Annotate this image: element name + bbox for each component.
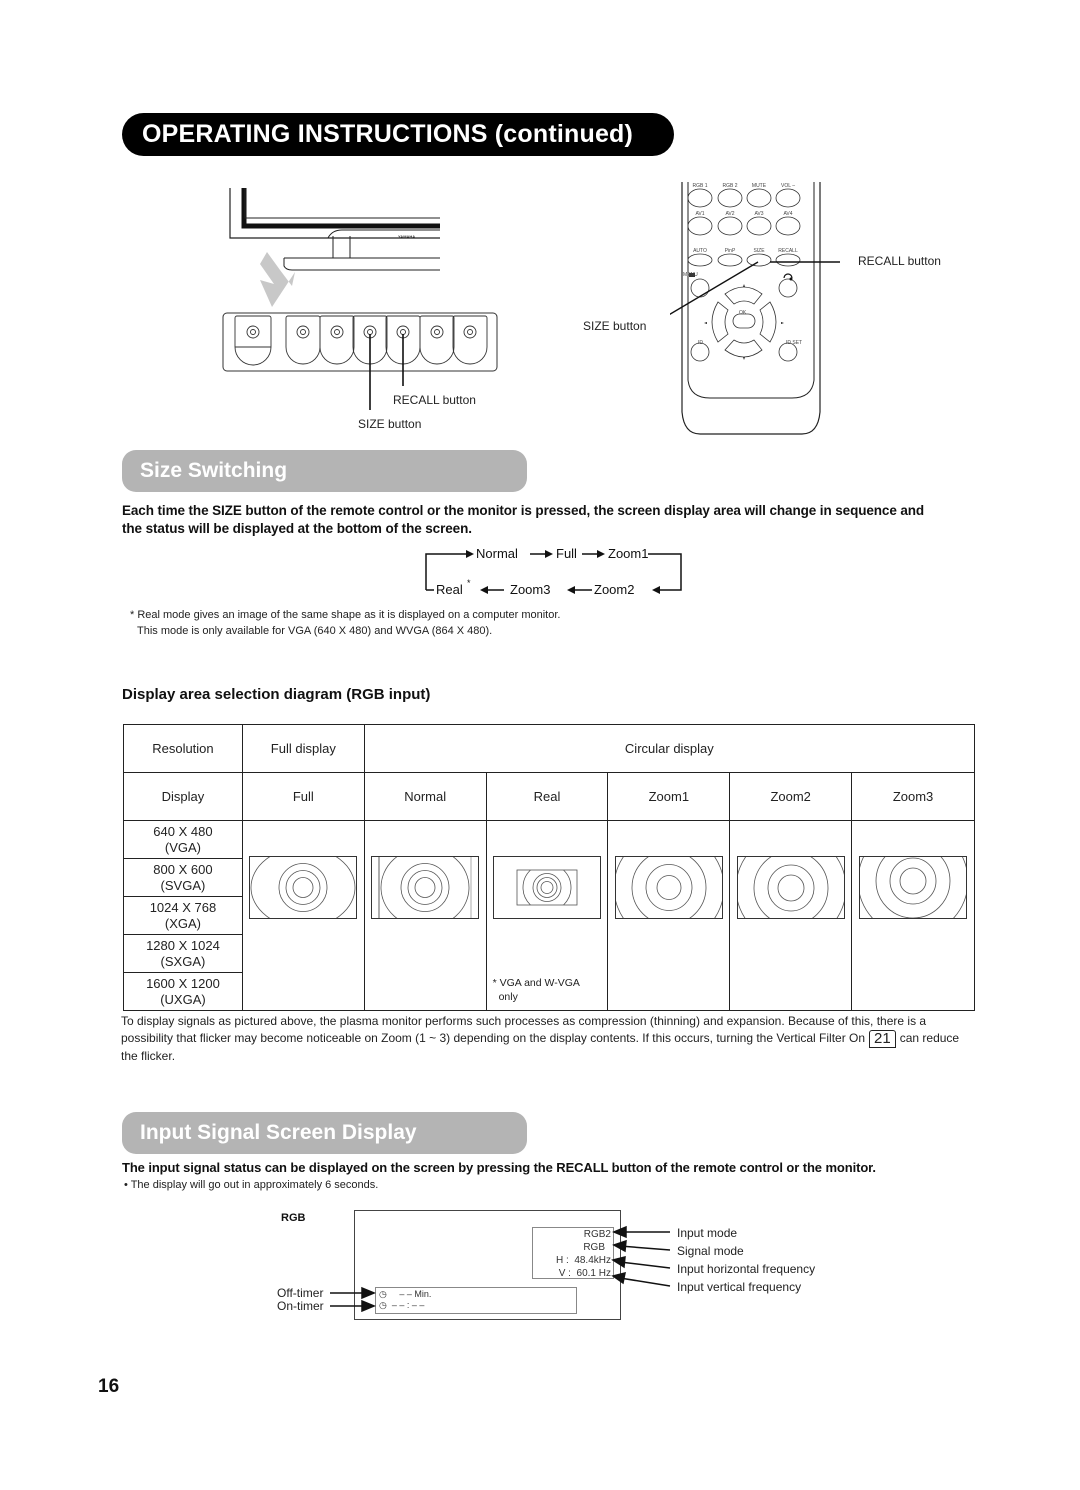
remote-size-callout: SIZE button [583,319,647,333]
resolution-list: 640 X 480 (VGA) 800 X 600 (SVGA) 1024 X 76… [123,820,243,1011]
remote-button-rgb-1[interactable] [687,188,713,208]
display-area-table: Resolution Full display Circular display… [123,724,976,1011]
callout-on-timer: On-timer [277,1299,324,1313]
osd-callout-arrows [330,1225,671,1312]
remote-button-label: MUTE [752,183,767,189]
header-circular-display: Circular display [363,724,976,773]
callout-off-timer: Off-timer [277,1286,324,1300]
display-zoom1: Zoom1 [607,772,731,821]
diagram-real: * VGA and W-VGA only [485,820,609,1011]
input-signal-intro: The input signal status can be displayed… [122,1160,876,1175]
remote-button-label: AV3 [754,211,763,217]
remote-button-label: AV2 [725,211,734,217]
flicker-note: To display signals as pictured above, th… [121,1014,960,1063]
monitor-size-callout: SIZE button [358,417,422,431]
remote-menu-label: MENU [683,272,698,278]
real-mode-footnote-1: * Real mode gives an image of the same s… [130,609,561,621]
callout-input-mode: Input mode [677,1226,738,1240]
display-area-heading: Display area selection diagram (RGB inpu… [122,686,431,703]
remote-button-label: SIZE [753,248,765,254]
remote-button-label: RGB 2 [722,183,737,189]
brand-mark: YAMAHA [398,234,415,239]
diagram-normal [363,820,487,1011]
display-zoom3: Zoom3 [851,772,975,821]
resolution-xga: 1024 X 768 (XGA) [124,897,242,935]
normal-mode-diagram [371,856,480,919]
real-mode-diagram [492,856,601,919]
remote-id-label: ID [698,340,703,346]
cycle-full: Full [556,546,577,561]
osd-input-label: RGB [281,1212,306,1224]
display-zoom2: Zoom2 [729,772,853,821]
panel-button[interactable] [285,315,321,365]
callout-horizontal-frequency: Input horizontal frequency [677,1262,816,1276]
callout-signal-mode: Signal mode [677,1244,744,1258]
remote-button-mute[interactable] [746,188,772,208]
zoom2-mode-diagram [736,856,845,919]
remote-button-rgb-2[interactable] [717,188,743,208]
remote-button-label: RECALL [778,248,798,254]
remote-control-figure: RGB 1 RGB 2 MUTE VOL – AV1 AV2 AV3 AV4 AUTO PinP S… [670,182,840,435]
remote-button-label: VOL – [781,183,795,189]
display-row-label: Display [123,772,243,821]
diagram-zoom3 [851,820,975,1011]
section-title-size-switching: Size Switching [122,450,527,492]
zoom3-mode-diagram [859,856,968,919]
remote-ok-label: OK [739,310,747,316]
panel-button[interactable] [452,315,488,365]
monitor-recall-callout: RECALL button [393,393,476,407]
display-real: Real [485,772,609,821]
panel-button[interactable] [319,315,355,365]
remote-button-label: RGB 1 [692,183,707,189]
remote-button-label: AV1 [695,211,704,217]
diagram-zoom1 [607,820,731,1011]
cycle-zoom2: Zoom2 [594,582,635,597]
display-full: Full [241,772,365,821]
remote-button-vol-[interactable] [775,188,801,208]
remote-button-recall[interactable] [775,253,801,267]
full-mode-diagram [249,856,358,919]
remote-id-set-label: ID SET [786,340,803,346]
real-mode-footnote-2: This mode is only available for VGA (640… [137,625,493,637]
panel-button[interactable] [419,315,455,365]
input-signal-bullet: • The display will go out in approximate… [124,1179,379,1191]
remote-button-pinp[interactable] [717,253,743,267]
remote-button-label: AUTO [693,248,707,254]
remote-button-label: PinP [725,248,736,254]
size-switching-intro: Each time the SIZE button of the remote … [122,503,925,536]
remote-button-size[interactable] [746,253,772,267]
page-number: 16 [98,1376,120,1397]
resolution-uxga: 1600 X 1200 (UXGA) [146,975,220,1007]
page-title: OPERATING INSTRUCTIONS (continued) [122,113,674,156]
cycle-real-asterisk: * [467,578,471,588]
diagram-full [241,820,365,1011]
diagram-zoom2 [729,820,853,1011]
remote-button-auto[interactable] [687,253,713,267]
resolution-sxga: 1280 X 1024 (SXGA) [124,935,242,973]
callout-vertical-frequency: Input vertical frequency [677,1280,802,1294]
remote-button-av4[interactable] [775,216,801,236]
section-title-input-signal: Input Signal Screen Display [122,1112,527,1154]
remote-button-label: AV4 [783,211,792,217]
cycle-real: Real [436,582,463,597]
cycle-normal: Normal [476,546,518,561]
resolution-vga: 640 X 480 (VGA) [124,821,242,859]
real-mode-note: * VGA and W-VGA only [492,977,580,1003]
remote-button-av2[interactable] [717,216,743,236]
remote-button-av1[interactable] [687,216,713,236]
display-normal: Normal [363,772,487,821]
page-reference[interactable]: 21 [869,1030,896,1048]
resolution-svga: 800 X 600 (SVGA) [124,859,242,897]
header-resolution: Resolution [123,724,243,773]
size-cycle-diagram: Normal Full Zoom1 Real * Zoom3 Zoom2 [422,545,688,597]
cycle-zoom1: Zoom1 [608,546,649,561]
header-full-display: Full display [241,724,365,773]
remote-recall-callout: RECALL button [858,254,941,268]
zoom1-mode-diagram [614,856,723,919]
remote-button-av3[interactable] [746,216,772,236]
cycle-zoom3: Zoom3 [510,582,551,597]
